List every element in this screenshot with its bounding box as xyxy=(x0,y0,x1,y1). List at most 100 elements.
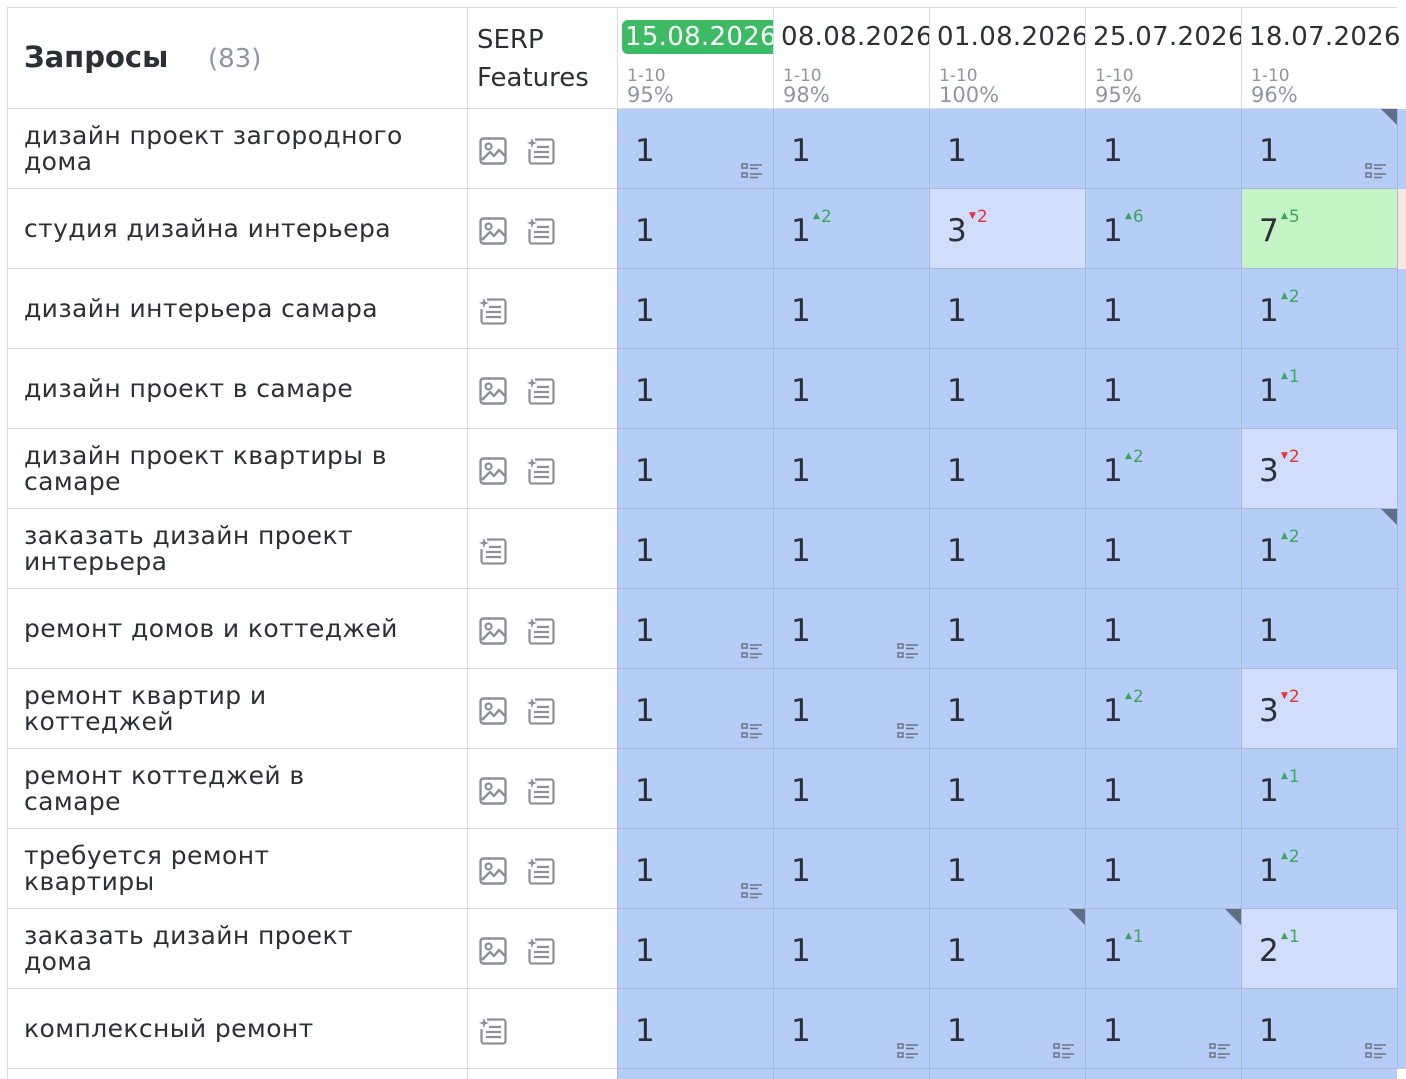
position-cell[interactable]: 1 xyxy=(617,669,773,749)
ai-answer-icon[interactable] xyxy=(526,856,556,886)
query-cell[interactable]: комплексный ремонт xyxy=(7,989,467,1069)
date-column-header[interactable]: 01.08.2026 1-10 100% xyxy=(929,7,1089,109)
position-cell[interactable]: 1 ▲6 xyxy=(1085,189,1241,269)
position-cell[interactable]: 1 xyxy=(617,109,773,189)
position-cell[interactable]: 1 xyxy=(773,109,929,189)
position-cell[interactable]: 1 xyxy=(1085,269,1241,349)
position-cell[interactable]: 1 xyxy=(929,269,1085,349)
ai-answer-icon[interactable] xyxy=(526,136,556,166)
position-cell[interactable]: 1 xyxy=(929,589,1085,669)
position-cell[interactable]: 1 xyxy=(773,829,929,909)
position-cell[interactable]: 1 xyxy=(1241,589,1397,669)
image-icon[interactable] xyxy=(478,936,508,966)
position-cell[interactable]: 1 xyxy=(773,509,929,589)
date-column-header[interactable]: 18.07.2026 1-10 96% xyxy=(1241,7,1401,109)
ai-answer-icon[interactable] xyxy=(478,296,508,326)
position-cell[interactable]: 1 xyxy=(617,989,773,1069)
snippet-list-icon[interactable] xyxy=(741,163,763,179)
query-cell[interactable]: дизайн проект квартиры в самаре xyxy=(7,429,467,509)
image-icon[interactable] xyxy=(478,616,508,646)
query-cell[interactable]: заказать дизайн проект дома xyxy=(7,909,467,989)
position-cell[interactable]: 1 xyxy=(929,829,1085,909)
snippet-list-icon[interactable] xyxy=(897,723,919,739)
image-icon[interactable] xyxy=(478,136,508,166)
position-cell[interactable]: 1 xyxy=(1085,989,1241,1069)
position-cell[interactable]: 2 ▲1 xyxy=(1241,909,1397,989)
position-cell[interactable]: 1 xyxy=(1085,349,1241,429)
position-cell[interactable]: 1 ▲2 xyxy=(1241,509,1397,589)
position-cell[interactable]: 1 xyxy=(929,989,1085,1069)
snippet-list-icon[interactable] xyxy=(897,643,919,659)
position-cell[interactable]: 1 xyxy=(1085,509,1241,589)
position-cell[interactable]: 1 xyxy=(929,509,1085,589)
query-cell[interactable]: ремонт квартир и коттеджей xyxy=(7,669,467,749)
position-cell[interactable]: 1 xyxy=(617,509,773,589)
position-cell[interactable]: 1 xyxy=(1085,109,1241,189)
position-cell[interactable]: 1 xyxy=(617,589,773,669)
position-cell[interactable]: 1 xyxy=(929,749,1085,829)
position-cell[interactable]: 1 xyxy=(1241,109,1397,189)
query-cell[interactable]: дизайн интерьера самара xyxy=(7,269,467,349)
query-cell[interactable]: заказать дизайн проект интерьера xyxy=(7,509,467,589)
position-cell[interactable]: 1 xyxy=(773,749,929,829)
position-cell[interactable]: 1 ▲1 xyxy=(1241,749,1397,829)
position-cell[interactable]: 1 xyxy=(1085,589,1241,669)
image-icon[interactable] xyxy=(478,456,508,486)
snippet-list-icon[interactable] xyxy=(741,723,763,739)
ai-answer-icon[interactable] xyxy=(526,216,556,246)
position-cell[interactable]: 1 ▲1 xyxy=(1085,909,1241,989)
position-cell[interactable]: 1 ▲2 xyxy=(773,189,929,269)
position-cell[interactable]: 1 xyxy=(617,909,773,989)
snippet-list-icon[interactable] xyxy=(741,883,763,899)
query-cell[interactable]: ремонт домов и коттеджей xyxy=(7,589,467,669)
image-icon[interactable] xyxy=(478,696,508,726)
query-cell[interactable]: дизайн проект в самаре xyxy=(7,349,467,429)
position-cell[interactable]: 1 xyxy=(1085,749,1241,829)
snippet-list-icon[interactable] xyxy=(897,1043,919,1059)
snippet-list-icon[interactable] xyxy=(1209,1043,1231,1059)
position-cell[interactable]: 1 xyxy=(929,429,1085,509)
ai-answer-icon[interactable] xyxy=(526,456,556,486)
position-cell[interactable]: 1 xyxy=(617,749,773,829)
position-cell[interactable]: 1 xyxy=(929,669,1085,749)
position-cell[interactable]: 1 ▲2 xyxy=(1241,269,1397,349)
ai-answer-icon[interactable] xyxy=(526,776,556,806)
date-column-header[interactable]: 25.07.2026 1-10 95% xyxy=(1085,7,1245,109)
position-cell[interactable]: 1 xyxy=(773,669,929,749)
ai-answer-icon[interactable] xyxy=(526,616,556,646)
position-cell[interactable]: 1 xyxy=(929,909,1085,989)
position-cell[interactable]: 1 xyxy=(1241,989,1397,1069)
ai-answer-icon[interactable] xyxy=(478,1016,508,1046)
query-cell[interactable]: ремонт коттеджей в самаре xyxy=(7,749,467,829)
position-cell[interactable]: 1 xyxy=(1085,829,1241,909)
ai-answer-icon[interactable] xyxy=(526,696,556,726)
position-cell[interactable]: 1 ▲2 xyxy=(1085,669,1241,749)
position-cell[interactable]: 1 xyxy=(773,349,929,429)
ai-answer-icon[interactable] xyxy=(478,536,508,566)
date-column-header[interactable]: 08.08.2026 1-10 98% xyxy=(773,7,933,109)
position-cell[interactable]: 1 xyxy=(773,269,929,349)
position-cell[interactable]: 1 ▲1 xyxy=(1241,349,1397,429)
position-cell[interactable]: 3 ▼2 xyxy=(1241,669,1397,749)
query-cell[interactable]: требуется ремонт квартиры xyxy=(7,829,467,909)
snippet-list-icon[interactable] xyxy=(1365,1043,1387,1059)
image-icon[interactable] xyxy=(478,776,508,806)
position-cell[interactable]: 1 ▲2 xyxy=(1085,429,1241,509)
snippet-list-icon[interactable] xyxy=(1365,163,1387,179)
position-cell[interactable]: 1 xyxy=(773,429,929,509)
position-cell[interactable]: 3 ▼2 xyxy=(929,189,1085,269)
query-cell[interactable]: студия дизайна интерьера xyxy=(7,189,467,269)
position-cell[interactable]: 1 xyxy=(773,989,929,1069)
position-cell[interactable]: 1 xyxy=(617,829,773,909)
ai-answer-icon[interactable] xyxy=(526,936,556,966)
position-cell[interactable]: 7 ▲5 xyxy=(1241,189,1397,269)
position-cell[interactable]: 3 ▼2 xyxy=(1241,429,1397,509)
position-cell[interactable]: 1 xyxy=(617,269,773,349)
image-icon[interactable] xyxy=(478,376,508,406)
queries-column-header[interactable]: Запросы (83) xyxy=(7,7,467,109)
ai-answer-icon[interactable] xyxy=(526,376,556,406)
query-cell[interactable]: дизайн проект загородного дома xyxy=(7,109,467,189)
snippet-list-icon[interactable] xyxy=(1053,1043,1075,1059)
position-cell[interactable]: 1 ▲2 xyxy=(1241,829,1397,909)
position-cell[interactable]: 1 xyxy=(617,189,773,269)
